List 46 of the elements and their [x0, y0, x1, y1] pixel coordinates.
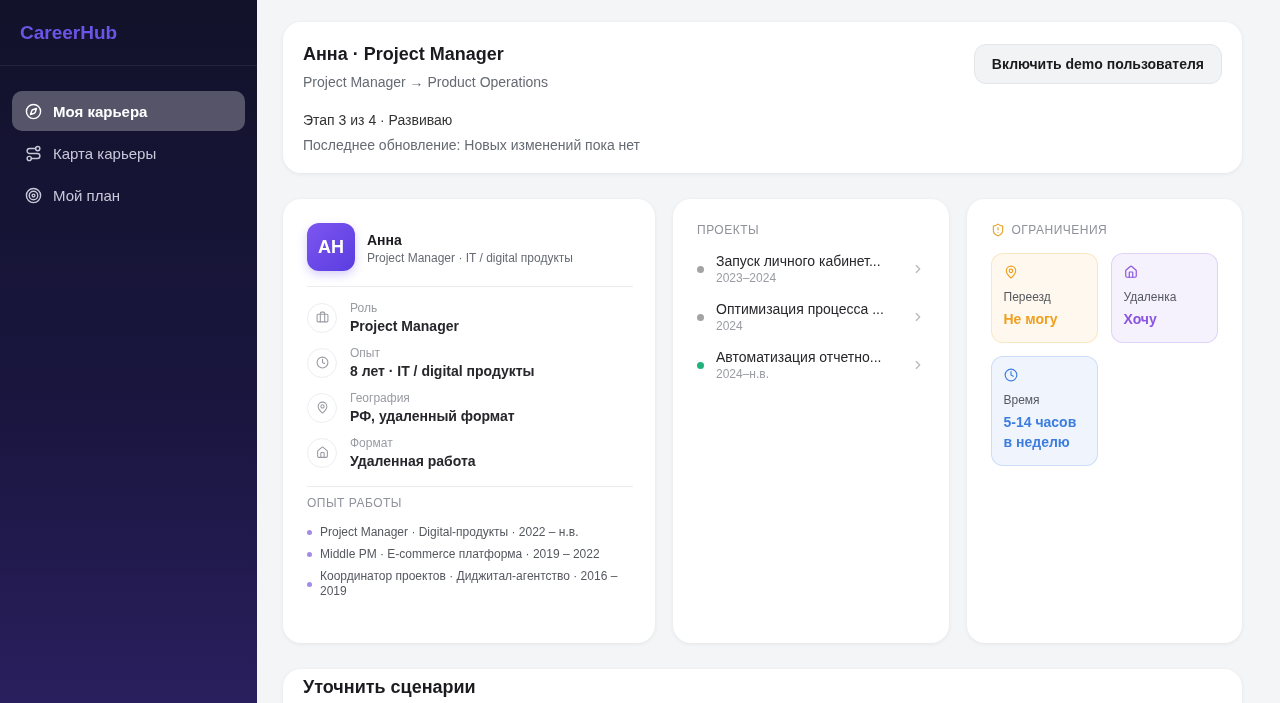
card-title: Уточнить сценарии	[303, 677, 477, 698]
stage-text: Этап 3 из 4 · Развиваю	[303, 112, 454, 128]
project-item[interactable]: Автоматизация отчетно... 2024–н.в.	[697, 349, 925, 381]
fact-value: Удаленная работа	[350, 453, 476, 469]
limit-label: Удаленка	[1123, 290, 1178, 304]
section-heading: ПРОЕКТЫ	[697, 223, 761, 237]
profile-name: Анна	[367, 232, 403, 248]
section-heading: ОПЫТ РАБОТЫ	[307, 496, 403, 510]
profile-subtitle: Project Manager · IT / digital продукты	[367, 251, 573, 265]
section-heading: ОГРАНИЧЕНИЯ	[1011, 223, 1108, 237]
sidebar-item[interactable]: Мой план	[12, 175, 245, 215]
limit-value: 5-14 часов в неделю	[1003, 413, 1078, 452]
bullet-icon	[307, 552, 312, 557]
demo-button[interactable]: Включить demo пользователя	[973, 44, 1222, 84]
project-item[interactable]: Оптимизация процесса ... 2024	[697, 301, 925, 333]
fact-value: Project Manager	[350, 318, 459, 334]
job-entry: Project Manager · Digital-продукты · 2022 – н.в.	[320, 525, 579, 540]
sidebar-item[interactable]: Моя карьера	[12, 91, 245, 131]
fact-label: Формат	[350, 436, 394, 450]
career-path: Project Manager → Product Operations	[303, 74, 550, 90]
project-item[interactable]: Запуск личного кабинет... 2023–2024	[697, 253, 925, 285]
fact-label: География	[350, 391, 411, 405]
bullet-icon	[307, 581, 312, 587]
shield-icon	[990, 223, 1005, 237]
route-icon	[25, 144, 42, 162]
fact-label: Роль	[350, 301, 379, 315]
update-text: Последнее обновление: Новых изменений пока нет	[303, 137, 641, 153]
job-entry: Middle PM · E-commerce платформа · 2019 – 2022	[320, 547, 600, 562]
fact-label: Опыт	[350, 346, 381, 360]
map-pin-icon	[1003, 265, 1018, 279]
compass-icon	[25, 102, 42, 120]
limit-label: Время	[1003, 393, 1041, 407]
target-icon	[25, 186, 42, 204]
bullet-icon	[307, 530, 312, 535]
avatar: АН	[307, 223, 355, 271]
clock-icon	[1003, 368, 1018, 382]
page-title: Анна · Project Manager	[303, 44, 505, 65]
limit-value: Хочу	[1123, 310, 1158, 329]
fact-value: РФ, удаленный формат	[350, 408, 515, 424]
limit-label: Переезд	[1003, 290, 1052, 304]
limit-value: Не могу	[1003, 310, 1059, 329]
house-icon	[1123, 265, 1138, 279]
app-logo: CareerHub	[20, 21, 118, 44]
sidebar-item[interactable]: Карта карьеры	[12, 133, 245, 173]
fact-value: 8 лет · IT / digital продукты	[350, 363, 535, 379]
job-entry: Координатор проектов · Диджитал-агентство · 2016 – 2019	[320, 569, 619, 599]
